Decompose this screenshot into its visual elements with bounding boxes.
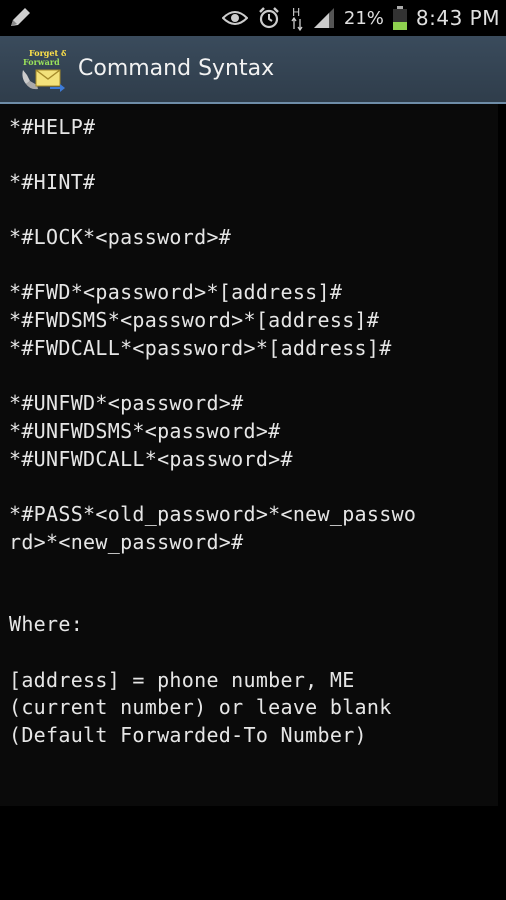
eye-icon: [221, 11, 248, 25]
signal-icon: [313, 8, 334, 28]
status-icons: H 21% 8:43 PM: [221, 0, 500, 36]
address-definition-line1: [address] = phone number, ME: [9, 668, 355, 692]
command-pass-line1: *#PASS*<old_password>*<new_passwo: [9, 502, 417, 526]
command-pass-line2: rd>*<new_password>#: [9, 530, 244, 554]
battery-percent: 21%: [343, 7, 384, 29]
command-unfwd: *#UNFWD*<password>#: [9, 391, 244, 415]
svg-text:Forward: Forward: [23, 57, 60, 67]
page-title: Command Syntax: [78, 56, 275, 81]
command-help: *#HELP#: [9, 115, 96, 139]
action-bar: Forget & Forward Command Syntax: [0, 36, 506, 104]
pencil-icon: [11, 8, 30, 26]
command-hint: *#HINT#: [9, 170, 96, 194]
command-fwdsms: *#FWDSMS*<password>*[address]#: [9, 308, 380, 332]
command-fwdcall: *#FWDCALL*<password>*[address]#: [9, 336, 392, 360]
command-unfwdcall: *#UNFWDCALL*<password>#: [9, 447, 293, 471]
alarm-icon: [259, 7, 279, 29]
status-bar: H 21% 8:43 PM: [0, 0, 506, 36]
clock: 8:43 PM: [415, 6, 500, 30]
address-definition-line3: (Default Forwarded-To Number): [9, 723, 367, 747]
scrollbar[interactable]: [498, 104, 506, 806]
command-lock: *#LOCK*<password>#: [9, 225, 232, 249]
command-unfwdsms: *#UNFWDSMS*<password>#: [9, 419, 281, 443]
svg-text:H: H: [292, 6, 300, 19]
address-definition-line2: (current number) or leave blank: [9, 695, 392, 719]
hsdpa-icon: H: [291, 6, 303, 31]
battery-icon: [392, 6, 407, 30]
forget-and-forward-app-icon[interactable]: Forget & Forward: [20, 46, 66, 92]
command-fwd: *#FWD*<password>*[address]#: [9, 280, 343, 304]
where-heading: Where:: [9, 612, 84, 636]
